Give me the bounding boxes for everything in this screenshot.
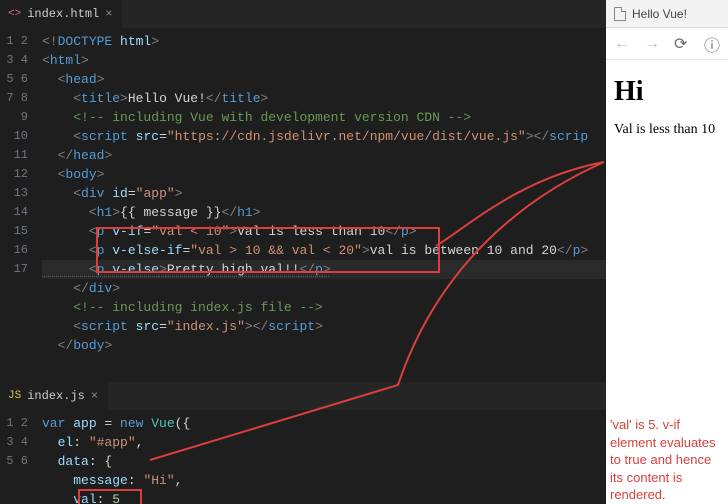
forward-icon[interactable]: → [644,35,660,53]
browser-viewport: Hi Val is less than 10 [606,60,728,350]
tab-label: index.html [27,7,99,21]
browser-toolbar: ← → ⟳ ⓘ [606,28,728,60]
js-tabbar: JS index.js × [0,382,606,410]
gutter-js: 1 2 3 4 5 6 [0,410,36,504]
annotation-text: 'val' is 5. v-if element evaluates to tr… [606,416,728,504]
browser-preview: Hello Vue! ← → ⟳ ⓘ Hi Val is less than 1… [606,0,728,504]
browser-tab[interactable]: Hello Vue! [606,7,695,21]
close-icon[interactable]: × [91,389,98,403]
html-lang-icon: <> [8,8,21,20]
tab-index-html[interactable]: <> index.html × [0,0,122,28]
html-tabbar: <> index.html × [0,0,606,28]
code-html[interactable]: <!DOCTYPE html><html> <head> <title>Hell… [36,28,606,382]
tab-label: index.js [27,389,85,403]
rendered-heading: Hi [614,76,720,108]
document-icon [614,7,626,21]
code-js[interactable]: var app = new Vue({ el: "#app", data: { … [36,410,606,504]
browser-tabrow: Hello Vue! [606,0,728,28]
gutter-html: 1 2 3 4 5 6 7 8 9 10 11 12 13 14 15 16 1… [0,28,36,382]
editor-js[interactable]: 1 2 3 4 5 6 var app = new Vue({ el: "#ap… [0,410,606,504]
js-lang-icon: JS [8,390,21,402]
back-icon[interactable]: ← [614,35,630,53]
tab-index-js[interactable]: JS index.js × [0,382,108,410]
browser-tab-title: Hello Vue! [632,7,687,21]
reload-icon[interactable]: ⟳ [674,34,687,54]
editor-html[interactable]: 1 2 3 4 5 6 7 8 9 10 11 12 13 14 15 16 1… [0,28,606,382]
close-icon[interactable]: × [105,7,112,21]
info-icon[interactable]: ⓘ [704,32,720,56]
rendered-paragraph: Val is less than 10 [614,122,720,138]
